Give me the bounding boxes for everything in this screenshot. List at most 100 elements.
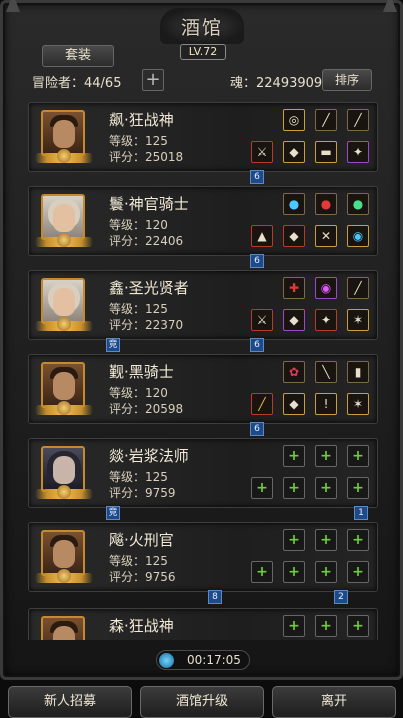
clock-orb-icon [159,653,174,668]
equip-slot-icon[interactable]: ◎ [283,109,305,131]
empty-slot-icon[interactable]: + [251,477,273,499]
empty-slot-icon[interactable]: + [283,615,305,637]
competition-badge: 竞 [106,506,120,520]
count-badge: 6 [250,338,264,352]
count-badge: 2 [334,590,348,604]
equip-slot-icon[interactable]: ▬ [315,141,337,163]
competition-badge: 竞 [106,338,120,352]
hero-level: 等级：125 [109,470,168,484]
soul-count: 魂：22493909 [230,76,323,91]
equip-slot-icon[interactable]: ◉ [315,277,337,299]
sort-button[interactable]: 排序 [322,69,372,91]
frame-spike-right [383,0,397,12]
tavern-upgrade-button[interactable]: 酒馆升级 [140,686,264,718]
equip-slot-icon[interactable]: ✶ [347,309,369,331]
empty-slot-icon[interactable]: + [315,529,337,551]
hero-level: 等级：125 [109,134,168,148]
empty-slot-icon[interactable]: + [347,615,369,637]
tab-set[interactable]: 套装 [42,45,114,67]
hero-name: 飙·狂战神 [109,111,174,129]
leave-button[interactable]: 离开 [272,686,396,718]
count-badge: 6 [250,254,264,268]
rank-emblem-icon [35,401,93,415]
equip-slot-icon[interactable]: ▲ [251,225,273,247]
equip-slot-icon[interactable]: ╲ [315,361,337,383]
hero-score: 评分：22370 [109,318,184,332]
equip-slot-icon[interactable]: ✿ [283,361,305,383]
equip-slot-icon[interactable]: ▮ [347,361,369,383]
count-badge: 6 [250,170,264,184]
rank-emblem-icon [35,569,93,583]
equip-slot-icon[interactable]: ✦ [347,141,369,163]
count-badge: 8 [208,590,222,604]
hero-name: 觐·黑骑士 [109,363,174,381]
hero-card[interactable]: 觐·黑骑士 等级：120 评分：20598 ✿ ╲ ▮ ╱ ◆ ! ✶ [28,354,378,424]
adventurer-count: 冒险者：44/65 [32,76,122,91]
hero-card[interactable]: 飙·狂战神 等级：125 评分：25018 ◎ ╱ ╱ ⚔ ◆ ▬ ✦ [28,102,378,172]
empty-slot-icon[interactable]: + [315,477,337,499]
hero-score: 评分：20598 [109,402,184,416]
rank-emblem-icon [35,233,93,247]
hero-name: 森·狂战神 [109,617,174,635]
equip-slot-icon[interactable]: ╱ [251,393,273,415]
hero-score: 评分：25018 [109,150,184,164]
equip-slot-icon[interactable]: ● [283,193,305,215]
empty-slot-icon[interactable]: + [315,615,337,637]
equip-slot-icon[interactable]: ⚔ [251,141,273,163]
hero-level: 等级：125 [109,302,168,316]
equip-slot-icon[interactable]: ◉ [347,225,369,247]
empty-slot-icon[interactable]: + [283,561,305,583]
rank-emblem-icon [35,485,93,499]
hero-card[interactable]: 飚·火刑官 等级：125 评分：9756 + + + + + + + [28,522,378,592]
recruit-button[interactable]: 新人招募 [8,686,132,718]
equip-slot-icon[interactable]: ◆ [283,141,305,163]
refresh-timer: 00:17:05 [156,650,250,670]
hero-score: 评分：9756 [109,570,176,584]
hero-name: 燚·岩浆法师 [109,447,189,465]
empty-slot-icon[interactable]: + [347,561,369,583]
equip-slot-icon[interactable]: ✦ [315,309,337,331]
equip-slot-icon[interactable]: ✶ [347,393,369,415]
hero-level: 等级：125 [109,554,168,568]
equip-slot-icon[interactable]: ⚔ [251,309,273,331]
hero-score: 评分：22406 [109,234,184,248]
equip-slot-icon[interactable]: ╱ [347,277,369,299]
rank-emblem-icon [35,317,93,331]
hero-score: 评分：9759 [109,486,176,500]
equip-slot-icon[interactable]: ◆ [283,225,305,247]
timer-text: 00:17:05 [187,653,241,667]
empty-slot-icon[interactable]: + [283,477,305,499]
rank-emblem-icon [35,149,93,163]
empty-slot-icon[interactable]: + [315,445,337,467]
equip-slot-icon[interactable]: ◆ [283,309,305,331]
equip-slot-icon[interactable]: ● [315,193,337,215]
add-slot-button[interactable]: + [142,69,164,91]
equip-slot-icon[interactable]: ◆ [283,393,305,415]
empty-slot-icon[interactable]: + [283,529,305,551]
equip-slot-icon[interactable]: ● [347,193,369,215]
empty-slot-icon[interactable]: + [315,561,337,583]
hero-list[interactable]: 飙·狂战神 等级：125 评分：25018 ◎ ╱ ╱ ⚔ ◆ ▬ ✦ 6 鬟·… [18,98,386,640]
empty-slot-icon[interactable]: + [251,561,273,583]
hero-level: 等级：120 [109,386,168,400]
hero-portrait [41,616,85,640]
equip-slot-icon[interactable]: ✕ [315,225,337,247]
hero-card[interactable]: 鑫·圣光贤者 等级：125 评分：22370 ✚ ◉ ╱ ⚔ ◆ ✦ ✶ [28,270,378,340]
tavern-level: LV.72 [180,44,226,60]
hero-card[interactable]: 鬟·神官骑士 等级：120 评分：22406 ● ● ● ▲ ◆ ✕ ◉ [28,186,378,256]
count-badge: 1 [354,506,368,520]
empty-slot-icon[interactable]: + [347,477,369,499]
empty-slot-icon[interactable]: + [283,445,305,467]
equip-slot-icon[interactable]: ╱ [347,109,369,131]
equip-slot-icon[interactable]: ╱ [315,109,337,131]
equip-slot-icon[interactable]: ! [315,393,337,415]
empty-slot-icon[interactable]: + [347,529,369,551]
equip-slot-icon[interactable]: ✚ [283,277,305,299]
hero-name: 鑫·圣光贤者 [109,279,189,297]
empty-slot-icon[interactable]: + [347,445,369,467]
window-title: 酒馆 [160,8,244,44]
frame-spike-left [6,0,20,12]
hero-card[interactable]: 燚·岩浆法师 等级：125 评分：9759 + + + + + + + [28,438,378,508]
hero-card[interactable]: 森·狂战神 + + + [28,608,378,640]
hero-name: 鬟·神官骑士 [109,195,189,213]
